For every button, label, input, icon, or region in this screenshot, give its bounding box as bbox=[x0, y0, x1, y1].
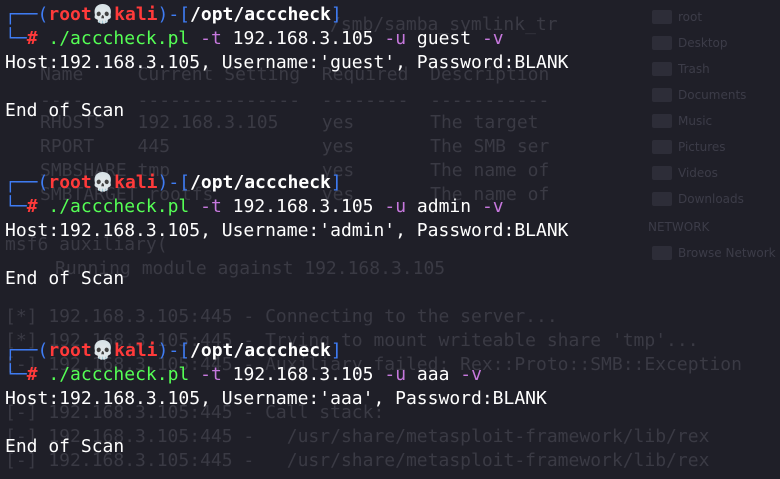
prompt-box-sep: )-[ bbox=[157, 4, 191, 25]
prompt-path: /opt/acccheck bbox=[190, 172, 331, 193]
prompt-box-close: ] bbox=[330, 4, 342, 25]
skull-icon: 💀 bbox=[91, 4, 115, 25]
skull-icon: 💀 bbox=[91, 340, 115, 361]
flag-t: -t bbox=[200, 364, 222, 385]
prompt-box-close: ] bbox=[330, 340, 342, 361]
flag-v: -v bbox=[481, 28, 504, 49]
prompt-hash: # bbox=[26, 196, 38, 217]
prompt-box-sep: )-[ bbox=[157, 340, 191, 361]
skull-icon: 💀 bbox=[91, 172, 115, 193]
prompt-user: root bbox=[48, 4, 92, 25]
command-line: └─# ./acccheck.pl -t 192.168.3.105 -u aa… bbox=[5, 363, 482, 387]
result-line: Host:192.168.3.105, Username:'admin', Pa… bbox=[5, 220, 569, 241]
terminal-window[interactable]: /smb/samba_symlink_tr Name Current Setti… bbox=[0, 0, 780, 479]
flag-u: -u bbox=[384, 364, 407, 385]
flag-u: -u bbox=[384, 28, 407, 49]
prompt-host: kali bbox=[114, 4, 158, 25]
prompt-box-top: ┌──( bbox=[5, 172, 49, 193]
username-arg: guest bbox=[416, 28, 472, 49]
result-line: Host:192.168.3.105, Username:'aaa', Pass… bbox=[5, 388, 547, 409]
prompt-box-bottom: └─ bbox=[5, 28, 27, 49]
username-arg: admin bbox=[416, 196, 472, 217]
flag-t: -t bbox=[200, 28, 222, 49]
prompt-line: ┌──(root💀kali)-[/opt/acccheck] bbox=[5, 3, 342, 27]
prompt-user: root bbox=[48, 340, 92, 361]
prompt-line: ┌──(root💀kali)-[/opt/acccheck] bbox=[5, 171, 342, 195]
prompt-host: kali bbox=[114, 172, 158, 193]
prompt-box-close: ] bbox=[330, 172, 342, 193]
prompt-hash: # bbox=[26, 28, 38, 49]
command-line: └─# ./acccheck.pl -t 192.168.3.105 -u gu… bbox=[5, 27, 504, 51]
end-of-scan-line: End of Scan bbox=[5, 268, 125, 289]
prompt-box-bottom: └─ bbox=[5, 196, 27, 217]
command-name: ./acccheck.pl bbox=[48, 196, 190, 217]
command-name: ./acccheck.pl bbox=[48, 364, 190, 385]
result-line: Host:192.168.3.105, Username:'guest', Pa… bbox=[5, 52, 569, 73]
prompt-hash: # bbox=[26, 364, 38, 385]
flag-v: -v bbox=[460, 364, 482, 385]
prompt-path: /opt/acccheck bbox=[190, 4, 331, 25]
command-name: ./acccheck.pl bbox=[48, 28, 190, 49]
prompt-line: ┌──(root💀kali)-[/opt/acccheck] bbox=[5, 339, 342, 363]
prompt-path: /opt/acccheck bbox=[190, 340, 331, 361]
prompt-box-top: ┌──( bbox=[5, 4, 49, 25]
target-ip: 192.168.3.105 bbox=[232, 28, 374, 49]
target-ip: 192.168.3.105 bbox=[232, 196, 374, 217]
prompt-user: root bbox=[48, 172, 92, 193]
flag-v: -v bbox=[481, 196, 504, 217]
end-of-scan-line: End of Scan bbox=[5, 436, 125, 457]
prompt-box-sep: )-[ bbox=[157, 172, 191, 193]
prompt-box-bottom: └─ bbox=[5, 364, 27, 385]
prompt-host: kali bbox=[114, 340, 158, 361]
username-arg: aaa bbox=[416, 364, 450, 385]
flag-u: -u bbox=[384, 196, 407, 217]
end-of-scan-line: End of Scan bbox=[5, 100, 125, 121]
prompt-box-top: ┌──( bbox=[5, 340, 49, 361]
target-ip: 192.168.3.105 bbox=[232, 364, 374, 385]
flag-t: -t bbox=[200, 196, 222, 217]
command-line: └─# ./acccheck.pl -t 192.168.3.105 -u ad… bbox=[5, 195, 504, 219]
